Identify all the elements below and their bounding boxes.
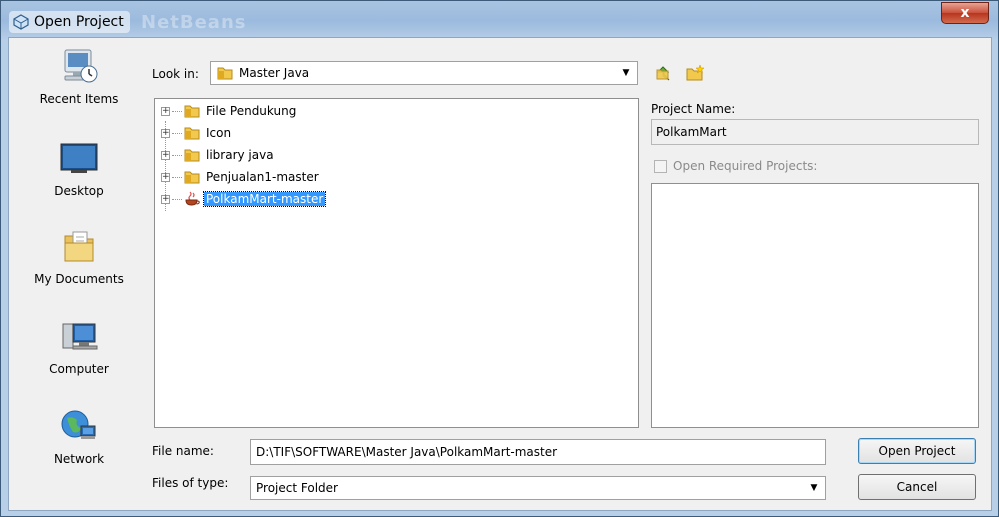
folder-icon [184,149,200,162]
window-title: Open Project [34,14,124,30]
open-project-dialog: Open Project NetBeans x Recent Items Des… [0,0,999,517]
close-button[interactable]: x [941,2,989,24]
place-desktop[interactable]: Desktop [9,138,149,218]
files-of-type-label: Files of type: [152,476,229,490]
look-in-label: Look in: [152,67,199,81]
project-name-value: PolkamMart [656,125,727,139]
file-list[interactable]: + File Pendukung + Icon + library java +… [154,98,639,428]
expand-icon[interactable]: + [161,106,170,116]
place-my-documents[interactable]: My Documents [9,226,149,306]
look-in-value: Master Java [239,66,310,80]
files-of-type-combo[interactable]: Project Folder ▼ [250,476,826,500]
title-bar[interactable]: Open Project NetBeans x [1,1,998,37]
folder-icon [184,127,200,140]
file-name-value: D:\TIF\SOFTWARE\Master Java\PolkamMart-m… [256,445,558,459]
place-label: Network [53,452,105,466]
place-label: Recent Items [39,92,119,106]
open-project-button[interactable]: Open Project [858,438,976,464]
recent-items-icon [64,49,98,83]
folder-icon [184,105,200,118]
place-label: Desktop [54,184,104,198]
expand-icon[interactable]: + [161,172,170,182]
expand-icon[interactable]: + [161,128,170,138]
place-label: My Documents [34,272,124,286]
cancel-button[interactable]: Cancel [858,474,976,500]
dialog-client-area: Recent Items Desktop My Documents Comput… [8,37,992,511]
dropdown-arrow-icon[interactable]: ▼ [807,477,821,499]
place-recent-items[interactable]: Recent Items [9,46,149,126]
expand-icon[interactable]: + [161,150,170,160]
file-name-input[interactable]: D:\TIF\SOFTWARE\Master Java\PolkamMart-m… [250,439,826,465]
desktop-icon [60,143,98,173]
background-window-title: NetBeans [141,12,247,33]
up-one-level-icon[interactable] [655,64,673,82]
files-of-type-value: Project Folder [256,481,338,495]
java-project-icon [185,191,200,206]
netbeans-cube-icon [13,14,29,30]
list-item-selected[interactable]: + PolkamMart-master [161,189,327,209]
close-icon: x [960,5,970,21]
file-name: Penjualan1-master [206,170,319,184]
file-name: File Pendukung [206,104,297,118]
expand-icon[interactable]: + [161,194,170,204]
list-item[interactable]: + library java [161,145,276,165]
list-item[interactable]: + Icon [161,123,233,143]
folder-icon [217,67,233,80]
network-icon [61,410,96,439]
list-item[interactable]: + Penjualan1-master [161,167,321,187]
file-name-label: File name: [152,444,214,458]
file-name: library java [206,148,274,162]
place-computer[interactable]: Computer [9,316,149,396]
open-required-projects-label: Open Required Projects: [673,159,818,173]
places-bar: Recent Items Desktop My Documents Comput… [9,38,149,508]
file-name: Icon [206,126,232,140]
dropdown-arrow-icon[interactable]: ▼ [619,62,633,84]
project-name-field: PolkamMart [651,119,979,145]
computer-icon [62,323,98,350]
folder-icon [184,171,200,184]
place-label: Computer [49,362,109,376]
open-required-projects-checkbox[interactable]: Open Required Projects: [654,159,817,173]
my-documents-icon [64,231,94,262]
file-name: PolkamMart-master [202,191,327,207]
required-projects-list [651,183,979,428]
title-pill: Open Project [9,11,130,33]
new-folder-icon[interactable] [686,64,704,82]
look-in-combo[interactable]: Master Java ▼ [210,61,638,85]
list-item[interactable]: + File Pendukung [161,101,298,121]
project-name-label: Project Name: [651,102,736,116]
checkbox-icon[interactable] [654,159,667,173]
place-network[interactable]: Network [9,406,149,486]
